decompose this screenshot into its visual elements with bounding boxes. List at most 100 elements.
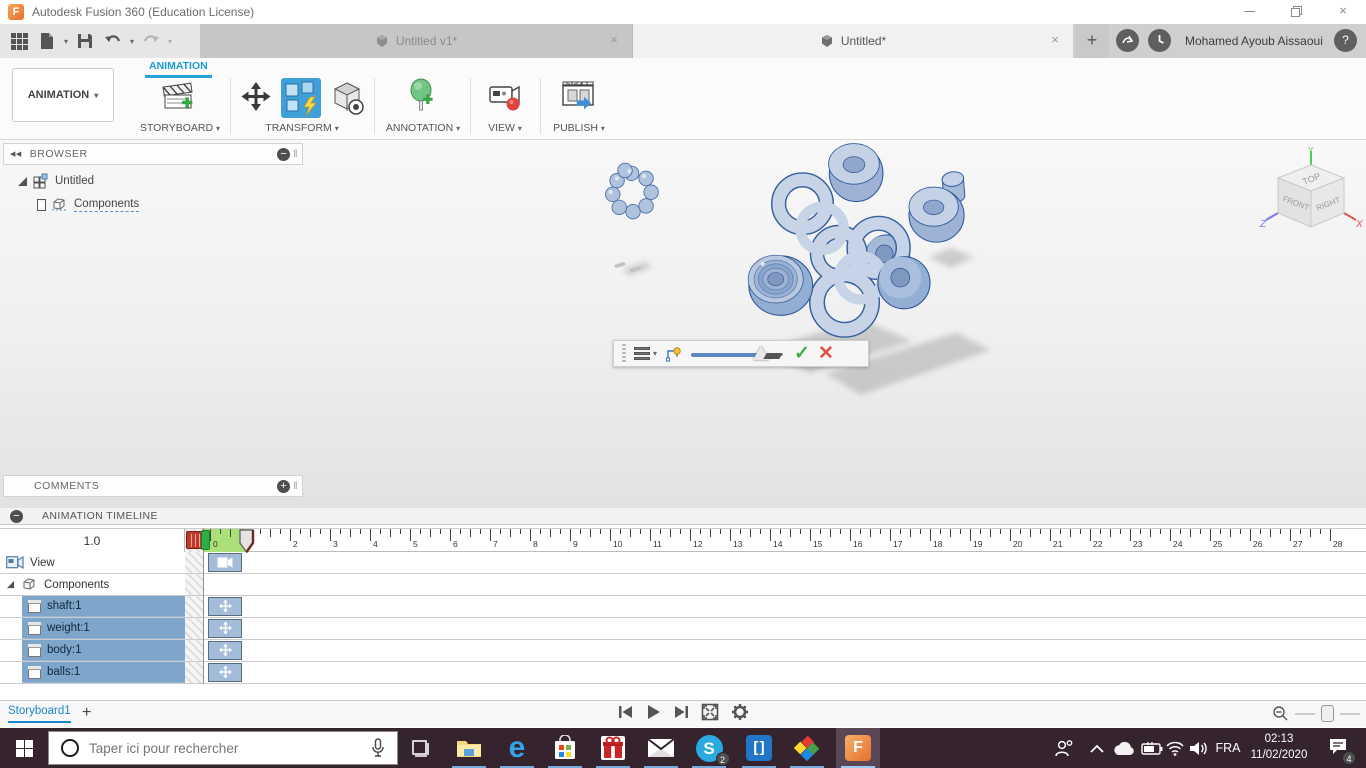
taskbar-app-gift[interactable] xyxy=(591,728,635,768)
collapsed-triangle-icon[interactable] xyxy=(37,198,46,211)
comments-panel-header[interactable]: COMMENTS + ‖ xyxy=(3,475,303,497)
taskbar-app-file-explorer[interactable] xyxy=(447,728,491,768)
row-label-components[interactable]: Components xyxy=(0,574,109,595)
timeline-row-body[interactable]: body:1 xyxy=(0,640,1366,662)
weight-top[interactable] xyxy=(828,143,884,203)
go-to-end-icon[interactable] xyxy=(673,704,689,720)
group-caret[interactable]: ▾ xyxy=(601,124,605,133)
ok-check-icon[interactable]: ✓ xyxy=(794,342,810,365)
group-label[interactable]: VIEW xyxy=(488,122,515,134)
user-name[interactable]: Mohamed Ayoub Aissaoui xyxy=(1185,34,1323,48)
close-button[interactable]: × xyxy=(1320,0,1366,24)
undo-caret[interactable]: ▾ xyxy=(130,37,134,46)
row-label-balls[interactable]: balls:1 xyxy=(22,662,185,683)
trail-lines-icon[interactable] xyxy=(665,345,683,363)
redo-icon[interactable] xyxy=(140,30,162,52)
row-label-body[interactable]: body:1 xyxy=(22,640,185,661)
language-indicator[interactable]: FRA xyxy=(1212,728,1244,768)
minimize-button[interactable] xyxy=(1226,0,1272,24)
taskbar-search[interactable] xyxy=(48,731,398,765)
taskbar-app-skype[interactable]: S 2 xyxy=(687,728,731,768)
weight-front[interactable] xyxy=(877,256,931,310)
bearing-component[interactable] xyxy=(747,254,814,316)
fidget-spinner-model[interactable] xyxy=(0,140,1366,508)
taskbar-app-color-diamond[interactable] xyxy=(785,728,829,768)
taskbar-app-fusion-360[interactable]: F xyxy=(836,728,880,768)
settings-gear-icon[interactable] xyxy=(731,703,749,721)
tab-untitled-v1[interactable]: Untitled v1* × xyxy=(200,24,633,58)
new-tab-button[interactable]: + xyxy=(1075,24,1109,58)
fit-timeline-icon[interactable] xyxy=(701,703,719,721)
playhead[interactable] xyxy=(238,529,255,554)
play-icon[interactable] xyxy=(646,704,661,720)
group-caret[interactable]: ▾ xyxy=(216,124,220,133)
browser-item-untitled[interactable]: Untitled xyxy=(18,173,94,189)
taskbar-app-brackets[interactable]: [ ] xyxy=(737,728,781,768)
viewport-canvas[interactable]: ◀◀ BROWSER − ‖ Untitled Components ▾ ✓ ✕… xyxy=(0,140,1366,637)
taskbar-app-edge[interactable]: e xyxy=(495,728,539,768)
timeline-row-shaft[interactable]: shaft:1 xyxy=(0,596,1366,618)
group-caret[interactable]: ▾ xyxy=(518,124,522,133)
group-label[interactable]: TRANSFORM xyxy=(265,122,332,134)
balls-component[interactable] xyxy=(605,162,659,220)
save-icon[interactable] xyxy=(74,30,96,52)
move-action-block[interactable] xyxy=(208,619,242,638)
tab-untitled-active[interactable]: Untitled* × xyxy=(633,24,1073,58)
publish-video-icon[interactable] xyxy=(559,81,599,115)
action-center-icon[interactable]: 4 xyxy=(1322,728,1356,768)
move-action-block[interactable] xyxy=(208,641,242,660)
explode-distance-slider[interactable] xyxy=(691,345,786,363)
annotation-icon[interactable] xyxy=(405,78,441,118)
row-label-shaft[interactable]: shaft:1 xyxy=(22,596,185,617)
tray-chevron-icon[interactable] xyxy=(1084,728,1110,768)
group-caret[interactable]: ▾ xyxy=(456,124,460,133)
zoom-out-icon[interactable] xyxy=(1272,705,1289,722)
add-comment-icon[interactable]: + xyxy=(277,479,291,493)
taskbar-app-mail[interactable] xyxy=(639,728,683,768)
restore-button[interactable] xyxy=(1273,0,1319,24)
tab-close-icon[interactable]: × xyxy=(1047,32,1063,47)
group-label[interactable]: STORYBOARD xyxy=(140,122,213,134)
timeline-row-weight[interactable]: weight:1 xyxy=(0,618,1366,640)
timeline-row-balls[interactable]: balls:1 xyxy=(0,662,1366,684)
timeline-zoom-slider[interactable] xyxy=(1321,705,1334,722)
browser-item-components[interactable]: Components xyxy=(37,197,140,212)
view-camera-icon[interactable] xyxy=(487,82,523,114)
tab-close-icon[interactable]: × xyxy=(606,32,622,47)
camera-action-block[interactable] xyxy=(208,553,242,572)
row-label-view[interactable]: View xyxy=(0,552,55,573)
file-menu-caret[interactable]: ▾ xyxy=(64,37,68,46)
browser-item-label[interactable]: Components xyxy=(74,198,140,212)
undo-icon[interactable] xyxy=(102,30,124,52)
redo-caret[interactable]: ▾ xyxy=(168,37,172,46)
animation-timeline-header[interactable]: − ANIMATION TIMELINE xyxy=(0,508,1366,525)
people-icon[interactable] xyxy=(1050,728,1078,768)
expanded-triangle-icon[interactable] xyxy=(6,580,15,589)
onedrive-cloud-icon[interactable] xyxy=(1110,728,1138,768)
drag-handle-icon[interactable] xyxy=(622,344,626,363)
speaker-icon[interactable] xyxy=(1186,728,1212,768)
browser-item-label[interactable]: Untitled xyxy=(55,175,94,187)
view-cube[interactable]: Y TOP FRONT RIGHT Z X xyxy=(1258,145,1364,253)
move-action-block[interactable] xyxy=(208,663,242,682)
panel-grip-icon[interactable]: ‖ xyxy=(293,481,298,492)
app-grid-icon[interactable] xyxy=(8,30,30,52)
transform-components-icon[interactable] xyxy=(238,80,274,116)
taskbar-app-microsoft-store[interactable] xyxy=(543,728,587,768)
file-menu-icon[interactable] xyxy=(36,30,58,52)
collapse-timeline-icon[interactable]: − xyxy=(10,509,23,523)
row-label-weight[interactable]: weight:1 xyxy=(22,618,185,639)
extensions-icon[interactable] xyxy=(1116,29,1139,52)
move-action-block[interactable] xyxy=(208,597,242,616)
new-storyboard-icon[interactable] xyxy=(160,79,200,117)
timeline-start-marker[interactable] xyxy=(201,530,210,550)
expanded-triangle-icon[interactable] xyxy=(18,176,27,186)
microphone-icon[interactable] xyxy=(371,738,385,758)
panel-grip-icon[interactable]: ‖ xyxy=(293,149,298,160)
group-label[interactable]: ANNOTATION xyxy=(386,122,453,134)
auto-explode-icon[interactable] xyxy=(280,77,322,119)
search-input[interactable] xyxy=(89,740,371,756)
timeline-row-view[interactable]: View xyxy=(0,552,1366,574)
group-label[interactable]: PUBLISH xyxy=(553,122,598,134)
help-icon[interactable]: ? xyxy=(1334,29,1357,52)
